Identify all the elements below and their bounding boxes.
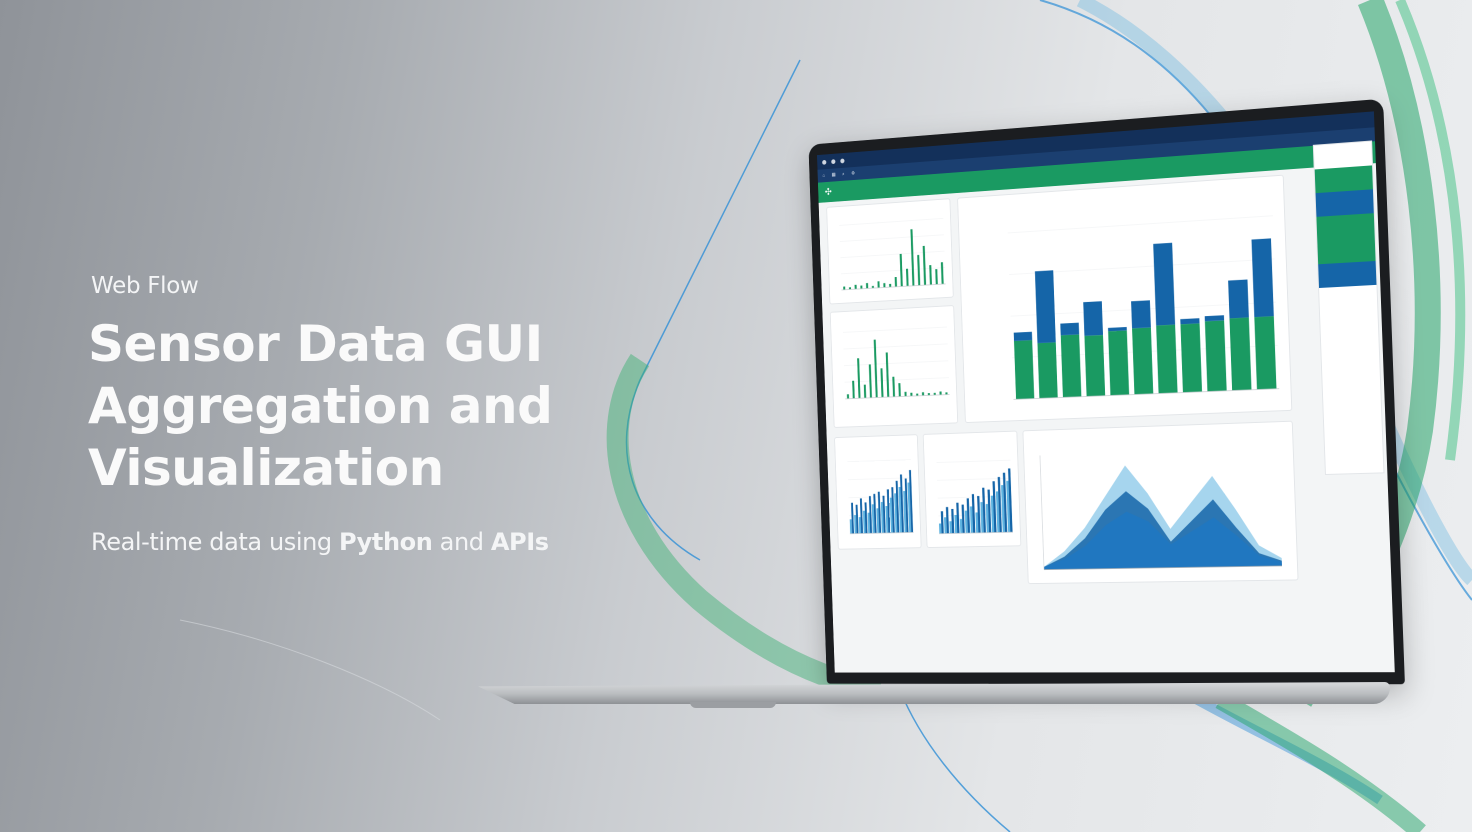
chart-card-area (1023, 422, 1297, 583)
bar (935, 269, 938, 284)
network-logo-icon: ✣ (825, 187, 832, 198)
bar (910, 229, 914, 286)
bar (877, 281, 879, 288)
chart-card-small-1 (827, 199, 953, 303)
gridline (843, 344, 947, 349)
gridline (845, 378, 949, 383)
bar-blue (1180, 318, 1199, 324)
bar (860, 286, 862, 289)
window-dot-icon (831, 159, 835, 164)
gridline (847, 460, 911, 462)
side-panel-item[interactable] (1319, 285, 1377, 312)
bar-blue (1083, 301, 1103, 336)
bar-green (1014, 340, 1034, 399)
bar-green (1084, 335, 1105, 397)
window-dot-icon (840, 158, 844, 163)
bar-blue (1014, 332, 1032, 341)
x-axis (845, 395, 949, 399)
bar-green (1108, 330, 1129, 395)
bar (892, 377, 895, 397)
gridline (844, 361, 948, 366)
laptop-notch (690, 702, 776, 708)
bar (843, 287, 845, 290)
laptop-screen-bezel: ⌂ ▦ ⌕ ⚙ ✣ ◯ ▢ (808, 99, 1405, 685)
bar-blue (1153, 243, 1175, 326)
window-dot-icon (822, 159, 826, 164)
laptop-base (478, 682, 1390, 704)
chart-svg (924, 432, 1021, 548)
bar-green (1037, 342, 1057, 398)
nav-home-icon[interactable]: ⌂ (823, 173, 826, 179)
gridline (1008, 216, 1273, 233)
bar (917, 255, 920, 286)
bar (922, 392, 924, 395)
chart-svg (835, 435, 921, 549)
bar (941, 262, 944, 284)
gridline (839, 218, 943, 225)
gridline (840, 235, 944, 242)
bar (910, 393, 912, 396)
bar (906, 269, 909, 287)
gridline (843, 327, 947, 332)
chart-svg (1023, 422, 1297, 583)
bar-blue (1251, 238, 1273, 317)
bar-green (1229, 317, 1251, 390)
bar (864, 385, 866, 398)
bar-green (1156, 325, 1177, 394)
bar (939, 391, 941, 394)
bar-blue (1035, 270, 1056, 343)
bar (895, 277, 897, 287)
nav-settings-icon[interactable]: ⚙ (851, 171, 855, 177)
bar-green (1061, 334, 1082, 397)
bar (889, 284, 891, 287)
bar (923, 246, 926, 285)
bar (847, 394, 849, 399)
nav-grid-icon[interactable]: ▦ (832, 172, 836, 178)
bar (929, 265, 932, 285)
dashboard-grid (824, 174, 1328, 667)
chart-svg (958, 176, 1291, 422)
bar (949, 521, 952, 533)
bar (886, 352, 890, 397)
side-panel-item[interactable] (1317, 237, 1375, 264)
bar (939, 523, 942, 533)
bar (874, 340, 878, 398)
side-panel-item[interactable] (1316, 213, 1374, 240)
chart-card-mini-2 (924, 432, 1021, 548)
chart-card-main (958, 176, 1291, 422)
bar-blue (1131, 300, 1151, 328)
bar-green (1180, 323, 1202, 392)
gridline (840, 251, 944, 258)
bar (898, 383, 900, 396)
bar-blue (1205, 315, 1224, 321)
bar (852, 381, 855, 399)
laptop-mockup: ⌂ ▦ ⌕ ⚙ ✣ ◯ ▢ (0, 0, 1472, 832)
chart-card-mini-1 (835, 435, 921, 549)
side-panel (1314, 142, 1384, 474)
bar (866, 283, 868, 289)
chart-svg (827, 199, 953, 303)
bar-green (1132, 327, 1153, 394)
bar (904, 392, 906, 397)
bar-green (1205, 320, 1227, 391)
bar-blue (1060, 323, 1079, 336)
bar (857, 358, 860, 398)
dashboard-screen: ⌂ ▦ ⌕ ⚙ ✣ ◯ ▢ (817, 111, 1395, 672)
bar (855, 285, 857, 289)
bar-green (1254, 316, 1276, 389)
chart-svg (831, 306, 958, 427)
bar-blue (1228, 280, 1249, 319)
y-axis (1040, 455, 1044, 569)
bar (883, 283, 885, 287)
gridline (936, 460, 1010, 462)
nav-search-icon[interactable]: ⌕ (842, 171, 845, 177)
bar (880, 368, 883, 397)
chart-card-small-2 (831, 306, 958, 427)
x-axis (841, 284, 945, 290)
side-panel-item[interactable] (1318, 261, 1376, 288)
